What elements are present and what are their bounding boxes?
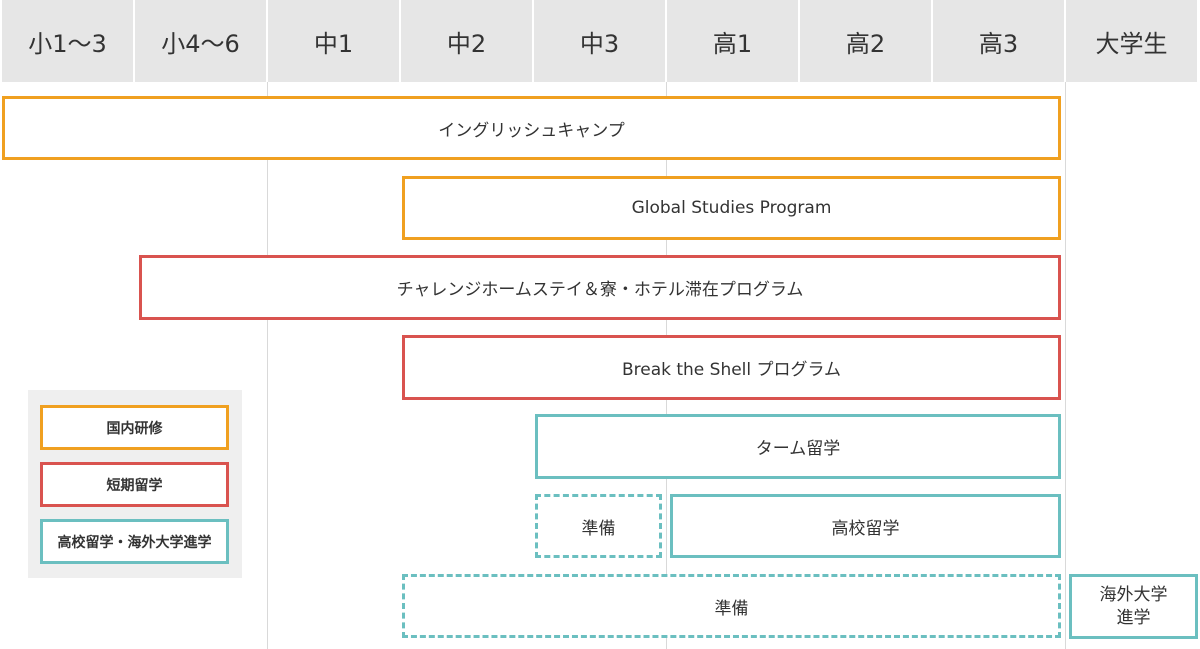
column-header: 中1 xyxy=(268,0,399,82)
program-high-school-study: 高校留学 xyxy=(670,494,1061,558)
program-prep-short: 準備 xyxy=(535,494,662,558)
program-term-study: ターム留学 xyxy=(535,414,1061,479)
program-overseas-university: 海外大学 進学 xyxy=(1069,574,1198,639)
column-header: 中3 xyxy=(534,0,665,82)
program-english-camp: イングリッシュキャンプ xyxy=(2,96,1061,160)
divider-university xyxy=(1065,82,1066,649)
legend: 国内研修 短期留学 高校留学・海外大学進学 xyxy=(28,390,242,578)
column-header: 小4〜6 xyxy=(135,0,266,82)
program-global-studies: Global Studies Program xyxy=(402,176,1061,240)
program-prep-long: 準備 xyxy=(402,574,1061,638)
column-header: 高2 xyxy=(800,0,931,82)
legend-item-domestic: 国内研修 xyxy=(40,405,229,450)
column-header: 中2 xyxy=(401,0,532,82)
legend-item-short-term: 短期留学 xyxy=(40,462,229,507)
legend-item-high-school-overseas: 高校留学・海外大学進学 xyxy=(40,519,229,564)
column-header: 高3 xyxy=(933,0,1064,82)
column-header: 大学生 xyxy=(1066,0,1197,82)
column-header: 小1〜3 xyxy=(2,0,133,82)
divider-junior-high xyxy=(267,82,268,649)
overseas-university-line1: 海外大学 xyxy=(1099,585,1168,606)
program-challenge-homestay: チャレンジホームステイ＆寮・ホテル滞在プログラム xyxy=(139,255,1061,320)
program-break-the-shell: Break the Shell プログラム xyxy=(402,335,1061,400)
overseas-university-line2: 進学 xyxy=(1116,607,1151,628)
column-header: 高1 xyxy=(667,0,798,82)
